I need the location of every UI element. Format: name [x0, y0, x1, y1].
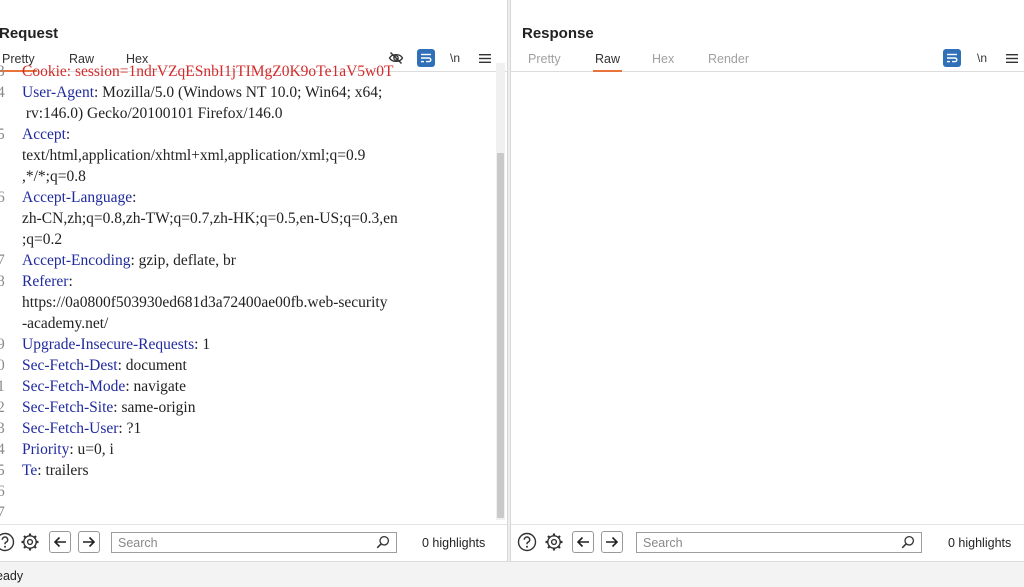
response-editor[interactable] — [511, 63, 1024, 520]
header-name: Referer — [22, 273, 69, 290]
line-number: 5 — [0, 462, 5, 479]
line-number: 2 — [0, 399, 5, 416]
line-number: 0 — [0, 357, 5, 374]
code-content: -academy.net/ — [22, 313, 108, 334]
gear-icon[interactable] — [19, 531, 41, 553]
header-value: rv:146.0) Gecko/20100101 Firefox/146.0 — [22, 105, 283, 122]
request-scrollbar[interactable] — [496, 63, 505, 520]
response-footer: 0 highlights — [511, 524, 1024, 560]
header-value: : — [65, 126, 71, 143]
code-content: ;q=0.2 — [22, 229, 62, 250]
forward-button[interactable] — [78, 531, 100, 553]
header-value: : document — [117, 357, 187, 374]
arrow-right-icon — [83, 536, 96, 548]
line-number: 6 — [0, 483, 5, 500]
code-content: zh-CN,zh;q=0.8,zh-TW;q=0.7,zh-HK;q=0.5,e… — [22, 208, 398, 229]
header-name: Priority — [22, 441, 70, 458]
code-content: https://0a0800f503930ed681d3a72400ae00fb… — [22, 292, 387, 313]
line-number: 3 — [0, 63, 5, 80]
code-content: rv:146.0) Gecko/20100101 Firefox/146.0 — [22, 103, 283, 124]
request-search-input[interactable] — [118, 535, 346, 550]
arrow-left-icon — [53, 536, 66, 548]
line-number: 4 — [0, 441, 5, 458]
header-value: : gzip, deflate, br — [130, 252, 236, 269]
header-value: : Mozilla/5.0 (Windows NT 10.0; Win64; x… — [94, 84, 383, 101]
response-title: Response — [522, 25, 594, 42]
header-value: : trailers — [37, 462, 89, 479]
line-number: 9 — [0, 336, 5, 353]
line-number: 7 — [0, 252, 5, 269]
header-value: zh-CN,zh;q=0.8,zh-TW;q=0.7,zh-HK;q=0.5,e… — [22, 210, 398, 227]
header-value: : navigate — [125, 378, 186, 395]
request-highlights-count: 0 highlights — [422, 536, 486, 550]
header-value: ,*/*;q=0.8 — [22, 168, 86, 185]
code-content: Priority: u=0, i — [22, 439, 114, 460]
header-name: Accept — [22, 126, 66, 143]
header-value: ;q=0.2 — [22, 231, 63, 248]
status-bar: eady — [0, 561, 1024, 587]
header-name: Sec-Fetch-Dest — [22, 357, 118, 374]
response-highlights-count: 0 highlights — [948, 536, 1012, 550]
line-number: 6 — [0, 189, 5, 206]
question-circle-icon[interactable] — [516, 531, 538, 553]
code-content: Sec-Fetch-Mode: navigate — [22, 376, 186, 397]
header-value: : u=0, i — [69, 441, 114, 458]
magnifier-icon[interactable] — [901, 535, 915, 554]
arrow-right-icon — [606, 536, 619, 548]
status-text: eady — [0, 569, 24, 583]
header-value: https://0a0800f503930ed681d3a72400ae00fb… — [22, 294, 388, 311]
forward-button[interactable] — [601, 531, 623, 553]
line-number: 7 — [0, 504, 5, 520]
code-content: Sec-Fetch-Dest: document — [22, 355, 187, 376]
response-search-input[interactable] — [643, 535, 871, 550]
header-value: -academy.net/ — [22, 315, 109, 332]
header-value: : — [68, 273, 73, 290]
code-content: Accept-Language: — [22, 187, 136, 208]
code-content: text/html,application/xhtml+xml,applicat… — [22, 145, 365, 166]
header-name: Sec-Fetch-User — [22, 420, 119, 437]
line-number: 4 — [0, 84, 5, 101]
code-content: Cookie: session=1ndrVZqESnbI1jTIMgZ0K9oT… — [22, 63, 393, 82]
arrow-left-icon — [576, 536, 589, 548]
request-editor[interactable]: 3 Cookie: session=1ndrVZqESnbI1jTIMgZ0K9o… — [0, 63, 496, 520]
question-circle-icon[interactable] — [0, 531, 16, 553]
magnifier-icon[interactable] — [376, 535, 390, 554]
header-value: : — [132, 189, 137, 206]
back-button[interactable] — [572, 531, 594, 553]
response-pane: Response Pretty Raw Hex Render \n Search… — [511, 0, 1024, 561]
header-name: User-Agent — [22, 84, 94, 101]
header-value: : same-origin — [113, 399, 196, 416]
code-content: Accept-Encoding: gzip, deflate, br — [22, 250, 236, 271]
request-search-box — [111, 532, 397, 553]
header-value: : ?1 — [118, 420, 142, 437]
code-content: Referer: — [22, 271, 73, 292]
header-name: Sec-Fetch-Mode — [22, 378, 126, 395]
line-number: 1 — [0, 378, 5, 395]
header-name: Cookie: session=1ndrVZqESnbI1jTIMgZ0K9oT… — [22, 63, 394, 80]
header-value: : 1 — [194, 336, 211, 353]
response-search-box — [636, 532, 922, 553]
header-name: Sec-Fetch-Site — [22, 399, 114, 416]
request-title: Request — [0, 25, 59, 42]
code-content: Accept: — [22, 124, 70, 145]
gear-icon[interactable] — [543, 531, 565, 553]
code-content: ,*/*;q=0.8 — [22, 166, 86, 187]
scrollbar-thumb[interactable] — [497, 153, 504, 518]
line-number: 3 — [0, 420, 5, 437]
header-name: Upgrade-Insecure-Requests — [22, 336, 195, 353]
code-content: Sec-Fetch-Site: same-origin — [22, 397, 195, 418]
code-content: Te: trailers — [22, 460, 88, 481]
header-name: Accept-Language — [22, 189, 133, 206]
line-number: 5 — [0, 126, 5, 143]
header-value: text/html,application/xhtml+xml,applicat… — [22, 147, 366, 164]
code-content: User-Agent: Mozilla/5.0 (Windows NT 10.0… — [22, 82, 382, 103]
code-content: Sec-Fetch-User: ?1 — [22, 418, 141, 439]
line-number: 8 — [0, 273, 5, 290]
request-pane: Request Pretty Raw Hex \n 3 Cookie: sessi… — [0, 0, 507, 561]
back-button[interactable] — [49, 531, 71, 553]
header-name: Te — [22, 462, 38, 479]
request-footer: 0 highlights — [0, 524, 507, 560]
header-name: Accept-Encoding — [22, 252, 131, 269]
code-content: Upgrade-Insecure-Requests: 1 — [22, 334, 210, 355]
